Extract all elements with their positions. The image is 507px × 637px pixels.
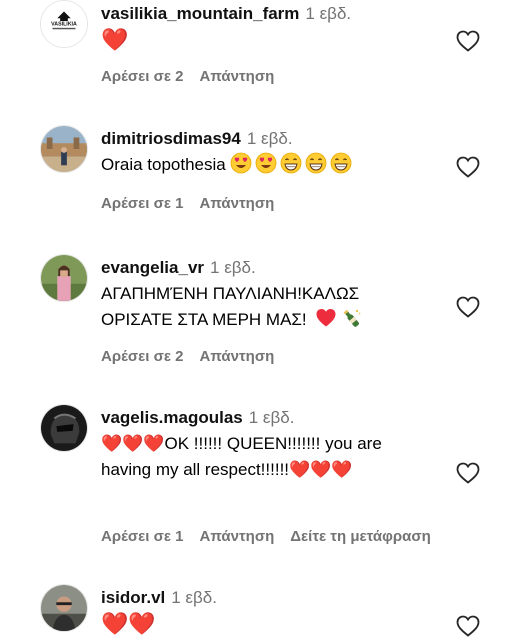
heart-eyes-emoji-icon (231, 152, 252, 174)
username[interactable]: vagelis.magoulas (101, 408, 243, 427)
timestamp[interactable]: 1 εβδ. (249, 408, 295, 427)
heart-outline-icon[interactable] (456, 462, 480, 484)
comment-meta: vasilikia_mountain_farm 1 εβδ. (101, 3, 467, 25)
comment-text: ΑΓΑΠΗΜΈΝΗ ΠΑΥΛΙΑΝΗ!ΚΑΛΩΣ ΟΡΙΣΑΤΕ ΣΤΑ ΜΕΡ… (101, 281, 421, 333)
comment-text: ❤️❤️❤️ΟΚ !!!!!! QUEEN!!!!!!! you are hav… (101, 431, 419, 483)
comment-actions: Αρέσει σε 1 Απάντηση Δείτε τη μετάφραση (101, 528, 447, 545)
landscape-photo-icon (41, 126, 87, 172)
avatar[interactable] (40, 254, 88, 302)
avatar[interactable] (40, 125, 88, 173)
heart-outline-icon[interactable] (456, 296, 480, 318)
comment-actions: Αρέσει σε 2 Απάντηση (101, 348, 290, 365)
timestamp[interactable]: 1 εβδ. (305, 4, 351, 23)
comment-emoji-text: ❤️ (101, 27, 129, 52)
comment-actions: Αρέσει σε 2 Απάντηση (101, 68, 290, 85)
heart-eyes-emoji-icon (256, 152, 277, 174)
comment-emoji-text: ❤️❤️ (101, 611, 156, 636)
person-photo-icon (41, 255, 87, 301)
comment-meta: isidor.vl 1 εβδ. (101, 587, 467, 609)
username[interactable]: vasilikia_mountain_farm (101, 4, 299, 23)
comment-text: ❤️❤️ (101, 611, 467, 637)
username[interactable]: isidor.vl (101, 588, 165, 607)
timestamp[interactable]: 1 εβδ. (247, 129, 293, 148)
comment-meta: dimitriosdimas94 1 εβδ. (101, 128, 467, 150)
comment-meta: vagelis.magoulas 1 εβδ. (101, 407, 467, 429)
heart-outline-icon[interactable] (456, 615, 480, 637)
see-translation-button[interactable]: Δείτε τη μετάφραση (290, 528, 431, 545)
avatar[interactable] (40, 404, 88, 452)
avatar-logo-text: VASILIKIA (51, 21, 77, 27)
champagne-emoji-icon (343, 309, 361, 327)
avatar[interactable]: VASILIKIA (40, 0, 88, 48)
likes-count[interactable]: Αρέσει σε 1 (101, 195, 184, 212)
reply-button[interactable]: Απάντηση (200, 195, 275, 212)
reply-button[interactable]: Απάντηση (200, 348, 275, 365)
grin-emoji-icon (281, 152, 302, 174)
comment-text-content: Oraia topothesia (101, 155, 226, 174)
person-photo-icon (41, 585, 87, 631)
grin-emoji-icon (306, 152, 327, 174)
likes-count[interactable]: Αρέσει σε 1 (101, 528, 184, 545)
timestamp[interactable]: 1 εβδ. (171, 588, 217, 607)
reply-button[interactable]: Απάντηση (200, 68, 275, 85)
likes-count[interactable]: Αρέσει σε 2 (101, 348, 184, 365)
avatar[interactable] (40, 584, 88, 632)
likes-count[interactable]: Αρέσει σε 2 (101, 68, 184, 85)
username[interactable]: dimitriosdimas94 (101, 129, 241, 148)
vasilikia-logo-icon: VASILIKIA (41, 1, 87, 47)
reply-button[interactable]: Απάντηση (200, 528, 275, 545)
helmet-photo-icon (41, 405, 87, 451)
comment-actions: Αρέσει σε 1 Απάντηση (101, 195, 290, 212)
red-heart-emoji-icon (316, 309, 336, 327)
username[interactable]: evangelia_vr (101, 258, 204, 277)
comment-text: Oraia topothesia (101, 152, 467, 178)
timestamp[interactable]: 1 εβδ. (210, 258, 256, 277)
heart-outline-icon[interactable] (456, 156, 480, 178)
comment-meta: evangelia_vr 1 εβδ. (101, 257, 467, 279)
heart-outline-icon[interactable] (456, 30, 480, 52)
grin-emoji-icon (331, 152, 352, 174)
comment-text: ❤️ (101, 27, 467, 53)
comment-text-content: ❤️❤️❤️ΟΚ !!!!!! QUEEN!!!!!!! you are hav… (101, 434, 382, 479)
